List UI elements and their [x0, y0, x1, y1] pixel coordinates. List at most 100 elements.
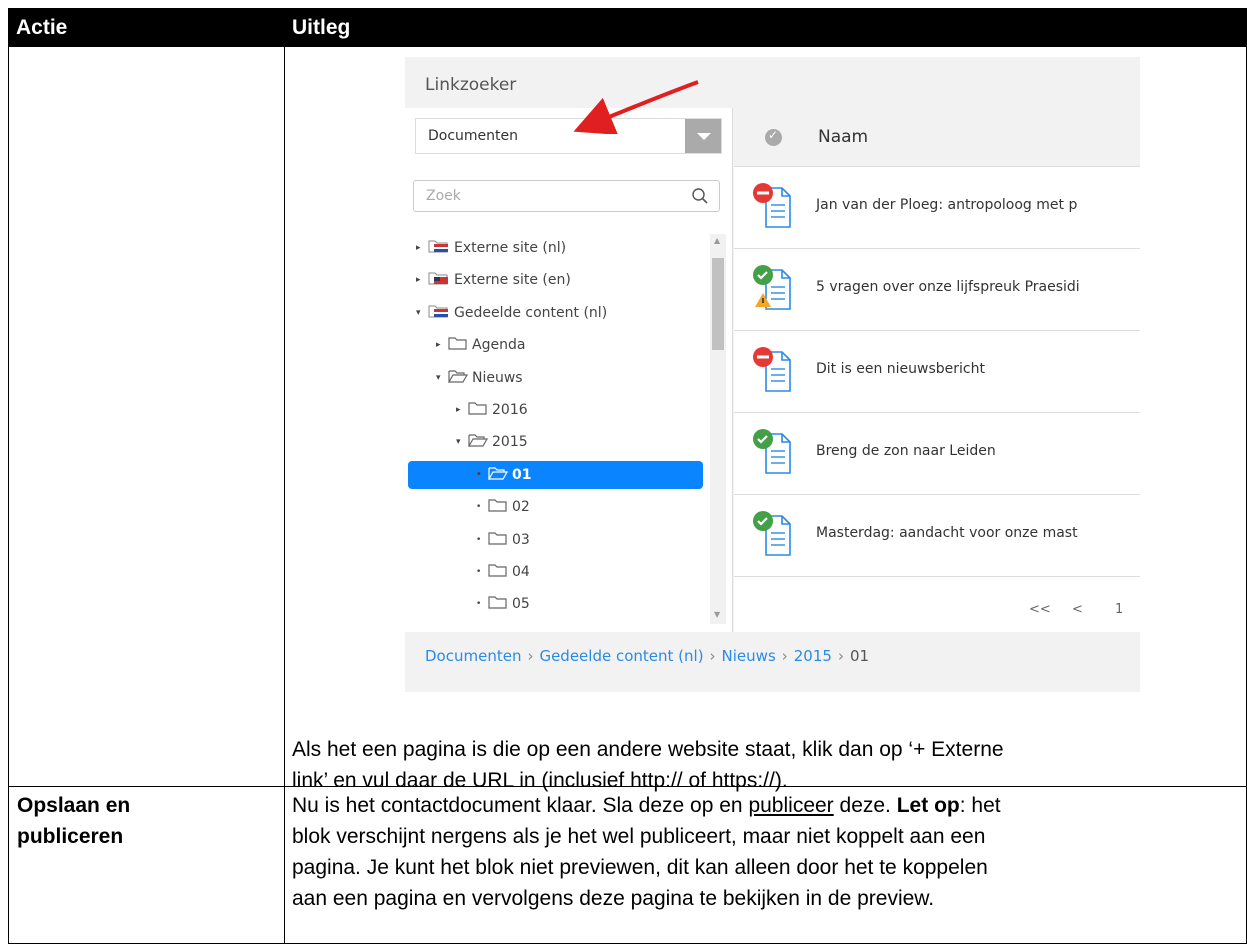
column-header[interactable]: Naam [734, 108, 1140, 167]
publiceer-underlined: publiceer [748, 794, 834, 817]
document-name: Dit is een nieuwsbericht [816, 361, 985, 377]
tree-toggle-icon[interactable]: ▸ [436, 340, 446, 350]
tree-node[interactable]: ▾ Nieuws [436, 364, 523, 392]
row2-explanation-cell: Nu is het contactdocument klaar. Sla dez… [284, 786, 1247, 944]
linkzoeker-left-panel: Documenten ▸ Externe site (nl) ▸ Externe si… [405, 108, 733, 632]
breadcrumb-item[interactable]: Nieuws [722, 647, 776, 665]
tree-toggle-icon[interactable]: • [476, 470, 486, 480]
pager-page[interactable]: 1 [1115, 602, 1123, 617]
tree-node[interactable]: ▾ 2015 [456, 428, 528, 456]
document-status-icon [753, 429, 791, 474]
tree-toggle-icon[interactable]: • [476, 599, 486, 609]
tree-node-label: 2015 [492, 434, 528, 451]
scrollbar-thumb[interactable] [712, 258, 724, 350]
header-actie: Actie [16, 16, 68, 39]
document-name: Jan van der Ploeg: antropoloog met p [816, 197, 1078, 213]
column-naam: Naam [818, 127, 869, 147]
linkzoeker-title: Linkzoeker [425, 75, 517, 95]
linkzoeker-screenshot: Linkzoeker Documenten ▸ Externe site (nl)… [405, 57, 1140, 692]
tree-node-label: 01 [512, 466, 532, 483]
tree-node[interactable]: • 05 [476, 590, 530, 618]
open-folder-icon [488, 466, 509, 484]
tree-node-label: 04 [512, 564, 530, 580]
tree-node-label: Externe site (nl) [454, 240, 567, 256]
folder-icon [488, 531, 508, 549]
scroll-up-icon[interactable]: ▲ [714, 236, 720, 245]
tree-toggle-icon[interactable]: • [476, 567, 486, 577]
folder-icon [488, 595, 508, 613]
chevron-right-icon: › [781, 647, 788, 665]
chevron-right-icon: › [527, 647, 534, 665]
document-status-icon [753, 183, 791, 228]
search-input-box[interactable] [413, 180, 720, 212]
document-status-icon [753, 265, 791, 310]
pagination: << < 1 [734, 583, 1140, 632]
tree-toggle-icon[interactable]: ▾ [436, 373, 446, 383]
red-arrow-annotation [573, 80, 699, 134]
tree-node[interactable]: ▾ Gedeelde content (nl) [416, 299, 607, 327]
action-publiceren: publiceren [17, 825, 124, 848]
document-name: Masterdag: aandacht voor onze mast [816, 525, 1078, 541]
document-row[interactable]: Masterdag: aandacht voor onze mast [734, 495, 1140, 577]
tree-node[interactable]: • 03 [476, 526, 530, 554]
folder-icon [488, 498, 508, 516]
tree-node-label: Agenda [472, 337, 526, 354]
pager-prev[interactable]: < [1072, 602, 1083, 617]
scroll-down-icon[interactable]: ▼ [714, 610, 720, 619]
tree-node[interactable]: • 04 [476, 558, 530, 586]
row2-action-cell: Opslaan en publiceren [8, 786, 285, 944]
document-status-icon [753, 347, 791, 392]
open-folder-icon [468, 433, 489, 451]
breadcrumb-item[interactable]: Documenten [425, 647, 521, 665]
header-uitleg: Uitleg [292, 16, 351, 39]
search-input[interactable] [424, 187, 678, 205]
tree-node[interactable]: • 02 [476, 493, 530, 521]
tree-node-label: Externe site (en) [454, 272, 571, 289]
linkzoeker-document-list: Naam Jan van der Ploeg: antropoloog met … [734, 108, 1140, 632]
document-row[interactable]: 5 vragen over onze lijfspreuk Praesidi [734, 249, 1140, 331]
dropdown-value: Documenten [428, 128, 519, 144]
tree-node[interactable]: ▸ Externe site (en) [416, 266, 571, 294]
breadcrumb: Documenten › Gedeelde content (nl) › Nieuws ›… [425, 647, 869, 665]
search-icon[interactable] [691, 187, 709, 205]
table-header: Actie Uitleg [8, 8, 1247, 46]
tree-node-label: 05 [512, 596, 530, 613]
breadcrumb-item: 01 [849, 647, 870, 665]
tree-toggle-icon[interactable]: ▾ [456, 437, 466, 447]
tree-toggle-icon[interactable]: ▾ [416, 308, 426, 318]
tree-toggle-icon[interactable]: ▸ [416, 275, 426, 285]
row1-text: Als het een pagina is die op een andere … [292, 738, 1004, 792]
tree-node-label: 02 [512, 499, 530, 516]
document-row[interactable]: Breng de zon naar Leiden [734, 413, 1140, 495]
tree-toggle-icon[interactable]: ▸ [456, 405, 466, 415]
chevron-right-icon: › [837, 647, 844, 665]
tree-toggle-icon[interactable]: • [476, 535, 486, 545]
pager-first[interactable]: << [1029, 602, 1051, 617]
document-row[interactable]: Dit is een nieuwsbericht [734, 331, 1140, 413]
document-row[interactable]: Jan van der Ploeg: antropoloog met p [734, 167, 1140, 249]
nl-flag-open-folder-icon [428, 304, 450, 322]
tree-node[interactable]: ▸ Externe site (nl) [416, 234, 566, 262]
tree-toggle-icon[interactable]: • [476, 502, 486, 512]
row1-action-cell [8, 46, 285, 787]
tree-node[interactable]: ▸ 2016 [456, 396, 528, 424]
row2-text: Nu is het contactdocument klaar. Sla dez… [292, 794, 1001, 910]
tree-node-label: 03 [512, 531, 530, 548]
action-opslaan: Opslaan en [17, 794, 131, 817]
document-name: Breng de zon naar Leiden [816, 443, 996, 459]
tree-node-label: Nieuws [472, 369, 523, 386]
select-all-check-icon[interactable] [765, 128, 782, 146]
tree-node[interactable]: • 01 [408, 460, 703, 489]
tree-node[interactable]: ▸ Agenda [436, 331, 525, 359]
breadcrumb-item[interactable]: 2015 [794, 647, 832, 665]
tree-toggle-icon[interactable]: ▸ [416, 243, 426, 253]
folder-icon [488, 563, 508, 581]
folder-icon [468, 401, 488, 419]
let-op-bold: Let op [896, 794, 960, 817]
us-flag-folder-icon [428, 271, 450, 289]
folder-icon [448, 336, 468, 354]
document-name: 5 vragen over onze lijfspreuk Praesidi [816, 279, 1080, 295]
nl-flag-folder-icon [428, 239, 450, 257]
tree-node-label: Gedeelde content (nl) [454, 304, 608, 321]
breadcrumb-item[interactable]: Gedeelde content (nl) [539, 647, 703, 665]
